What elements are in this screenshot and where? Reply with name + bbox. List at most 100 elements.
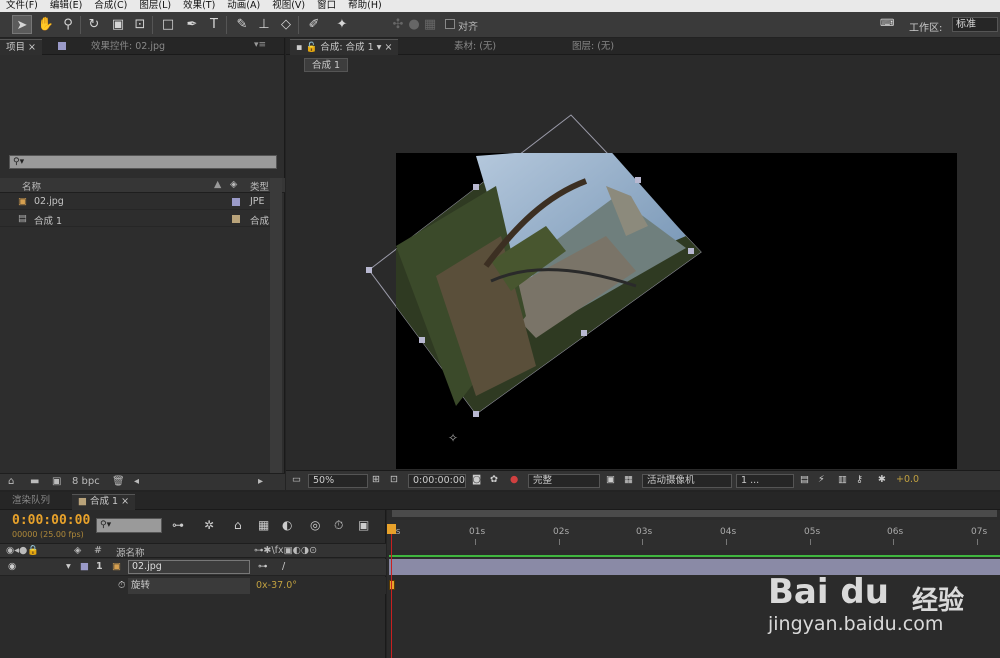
menu-layer[interactable]: 图层(L) <box>133 0 177 12</box>
project-item-02jpg[interactable]: ▣ 02.jpg JPE <box>0 194 270 210</box>
timeline-icon[interactable]: ▥ <box>838 474 847 488</box>
time-ruler[interactable]: 0s 01s 02s 03s 04s 05s 06s 07s <box>387 520 1000 550</box>
column-source-name[interactable]: 源名称 <box>116 545 145 559</box>
selection-tool-icon[interactable]: ➤ <box>12 15 32 34</box>
trash-icon[interactable]: 🗑 <box>112 476 125 487</box>
roto-brush-tool-icon[interactable]: ✐ <box>304 15 324 34</box>
expand-triangle-icon[interactable]: ▾ <box>66 561 71 572</box>
project-scrollbar[interactable] <box>270 178 282 473</box>
tab-timeline-comp[interactable]: ■ 合成 1 × <box>72 494 136 510</box>
mask-visibility-icon[interactable]: ⊡ <box>390 474 398 488</box>
scroll-left-icon[interactable]: ◂ <box>134 476 139 487</box>
hide-shy-layers-icon[interactable]: ⌂ <box>234 518 242 532</box>
view-layout-select[interactable]: 1 ... <box>736 474 794 488</box>
label-color-swatch[interactable]: ■ <box>80 561 89 572</box>
transparency-grid-icon[interactable]: ▦ <box>624 474 633 488</box>
label-color-swatch[interactable] <box>232 198 240 206</box>
chevron-down-icon[interactable]: ▾ × <box>377 42 393 53</box>
playhead-handle[interactable] <box>387 524 396 534</box>
label-column-icon[interactable]: ◈ <box>74 545 81 556</box>
sort-arrow-icon[interactable]: ▲ <box>214 179 221 190</box>
composition-viewer[interactable]: ✧ <box>286 76 1000 469</box>
close-icon[interactable]: × <box>121 496 129 507</box>
align-checkbox[interactable] <box>445 19 455 29</box>
new-folder-icon[interactable]: ▬ <box>30 476 39 487</box>
property-value[interactable]: 0x-37.0° <box>256 580 297 591</box>
motion-blur-icon[interactable]: ◐ <box>282 518 292 532</box>
timeline-timecode[interactable]: 0:00:00:00 <box>12 513 90 528</box>
brush-tool-icon[interactable]: ✎ <box>232 15 252 34</box>
stopwatch-icon[interactable]: ⏱ <box>334 518 343 533</box>
quality-switch-icon[interactable]: / <box>282 561 285 572</box>
zoom-tool-icon[interactable]: ⚲ <box>58 15 78 34</box>
region-of-interest-icon[interactable]: ▣ <box>606 474 615 488</box>
menu-window[interactable]: 窗口 <box>311 0 342 12</box>
project-item-comp1[interactable]: ▤ 合成 1 合成 <box>0 211 270 227</box>
safe-margins-icon[interactable]: ⊞ <box>372 474 380 488</box>
clone-stamp-tool-icon[interactable]: ⊥ <box>254 15 274 34</box>
comp-breadcrumb[interactable]: 合成 1 <box>304 58 349 72</box>
menu-help[interactable]: 帮助(H) <box>342 0 388 12</box>
tab-project[interactable]: 项目 × <box>0 39 43 55</box>
puppet-pin-tool-icon[interactable]: ✦ <box>332 15 352 34</box>
scroll-right-icon[interactable]: ▸ <box>258 476 263 487</box>
timeline-search-input[interactable]: ⚲▾ <box>96 518 162 533</box>
rotated-layer-graphic[interactable]: ✧ <box>286 76 1000 468</box>
frame-blending-icon[interactable]: ▦ <box>258 518 269 532</box>
column-name[interactable]: 名称 <box>22 179 41 193</box>
menu-file[interactable]: 文件(F) <box>0 0 44 12</box>
snapshot-icon[interactable]: ◙ <box>472 474 481 488</box>
pan-behind-tool-icon[interactable]: ⊡ <box>130 15 150 34</box>
menu-effect[interactable]: 效果(T) <box>177 0 221 12</box>
av-features-icon[interactable]: ◉◂●🔒 <box>6 545 39 556</box>
tab-footage[interactable]: 素材: (无) <box>448 39 502 55</box>
playhead-line[interactable] <box>391 530 392 658</box>
tab-render-queue[interactable]: 渲染队列 <box>6 494 56 510</box>
panel-menu-icon[interactable]: ▾≡ <box>254 40 266 50</box>
label-column-icon[interactable]: ◈ <box>230 179 237 190</box>
column-type[interactable]: 类型 <box>250 179 269 193</box>
fast-previews-icon[interactable]: ⚡ <box>818 474 825 488</box>
shy-switch-icon[interactable]: ⊶ <box>258 561 268 572</box>
menu-animation[interactable]: 动画(A) <box>221 0 266 12</box>
tab-effect-controls[interactable]: 效果控件: 02.jpg <box>52 39 171 55</box>
switches-icons[interactable]: ⊶✱\fx▣◐◑⊙ <box>254 545 317 556</box>
tab-composition[interactable]: ▪ 🔓 合成: 合成 1 ▾ × <box>290 39 399 55</box>
work-area-bar[interactable] <box>392 510 997 517</box>
hand-tool-icon[interactable]: ✋ <box>36 15 56 34</box>
layer-duration-bar[interactable] <box>389 559 1000 575</box>
workspace-icon[interactable]: ⌨ <box>880 18 898 30</box>
eye-icon[interactable]: ◉ <box>8 561 16 572</box>
workspace-select[interactable]: 标准 <box>952 17 998 32</box>
axis-mode-view-icon[interactable]: ▦ <box>420 15 440 34</box>
flowchart-icon[interactable]: ⚷ <box>856 474 863 488</box>
channel-icon[interactable]: ● <box>510 474 518 488</box>
layer-name[interactable]: 02.jpg <box>128 560 250 574</box>
pen-tool-icon[interactable]: ✒ <box>182 15 202 34</box>
exposure-reset-icon[interactable]: ✱ <box>878 474 886 488</box>
menu-composition[interactable]: 合成(C) <box>88 0 133 12</box>
toggle-pixel-aspect-icon[interactable]: ▤ <box>800 474 809 488</box>
rectangle-tool-icon[interactable]: □ <box>158 15 178 34</box>
camera-tool-icon[interactable]: ▣ <box>108 15 128 34</box>
exposure-value[interactable]: +0.0 <box>896 474 919 488</box>
resolution-select[interactable]: 完整 <box>528 474 600 488</box>
current-time-field[interactable]: 0:00:00:00 <box>408 474 466 488</box>
magnification-select[interactable]: 50% <box>308 474 368 488</box>
type-tool-icon[interactable]: T <box>204 15 224 34</box>
menu-edit[interactable]: 编辑(E) <box>44 0 88 12</box>
property-row[interactable]: ⏱ 旋转 0x-37.0° <box>0 577 386 594</box>
draft-3d-icon[interactable]: ✲ <box>204 518 214 532</box>
project-search-input[interactable]: ⚲▾ <box>9 155 277 169</box>
layer-row[interactable]: ◉ ▾ ■ 1 ▣ 02.jpg ⊶ / <box>0 559 386 576</box>
new-composition-icon[interactable]: ▣ <box>52 476 61 487</box>
graph-editor-toggle-icon[interactable]: ▣ <box>358 518 369 532</box>
keyframe-marker[interactable] <box>389 580 395 590</box>
lock-icon[interactable]: ▪ 🔓 <box>296 42 317 53</box>
eraser-tool-icon[interactable]: ◇ <box>276 15 296 34</box>
graph-editor-icon[interactable]: ◎ <box>310 518 320 532</box>
show-snapshot-icon[interactable]: ✿ <box>490 474 498 488</box>
stopwatch-icon[interactable]: ⏱ <box>118 580 125 591</box>
tab-layer[interactable]: 图层: (无) <box>566 39 620 55</box>
label-color-swatch[interactable] <box>232 215 240 223</box>
